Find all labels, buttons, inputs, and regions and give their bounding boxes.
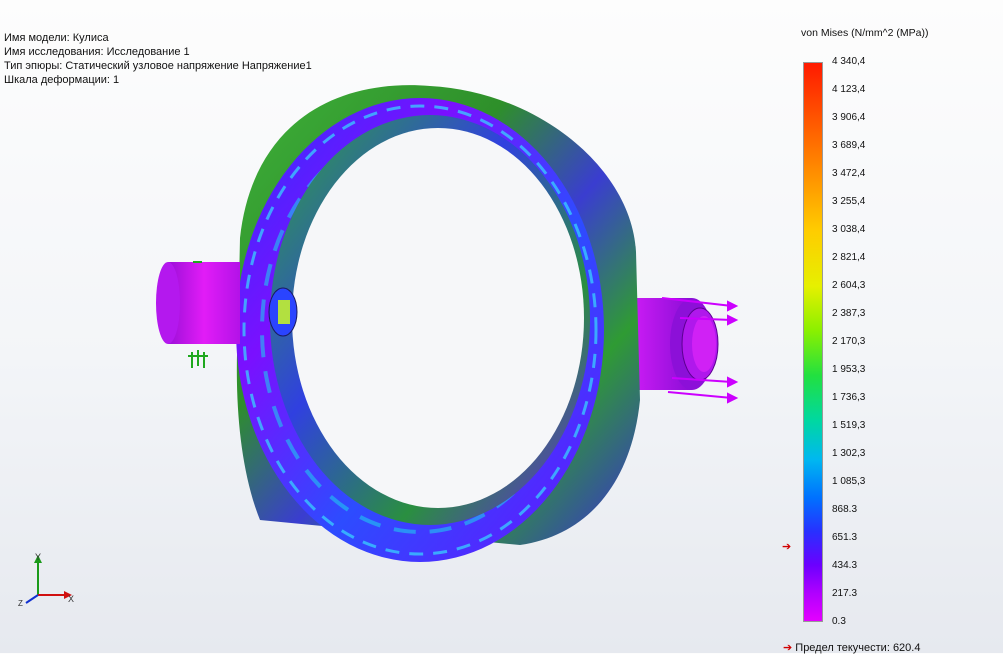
colorbar-tick-label: 3 906,4 xyxy=(832,112,866,123)
yield-arrow-icon: ➔ xyxy=(782,541,792,553)
model-viewport[interactable] xyxy=(0,0,1003,653)
colorbar-tick-label: 3 038,4 xyxy=(832,224,866,235)
left-shaft xyxy=(156,262,240,344)
axis-triad: Y X Z xyxy=(18,552,74,608)
inner-cutout xyxy=(268,287,298,337)
ring-hole xyxy=(292,128,584,508)
colorbar-tick-label: 217.3 xyxy=(832,588,858,599)
yield-legend-arrow-icon: ➔ xyxy=(783,642,793,654)
colorbar-tick-label: 1 519,3 xyxy=(832,420,866,431)
axis-z-label: Z xyxy=(18,599,23,608)
legend-title: von Mises (N/mm^2 (MPa)) xyxy=(801,27,929,39)
colorbar-tick-label: 1 085,3 xyxy=(832,476,866,487)
yield-strength-label: ➔ Предел текучести: 620.4 xyxy=(783,641,920,654)
colorbar-tick-label: 1 736,3 xyxy=(832,392,866,403)
colorbar-tick-label: 1 302,3 xyxy=(832,448,866,459)
colorbar-tick-label: 3 472,4 xyxy=(832,168,866,179)
colorbar-tick-label: 2 170,3 xyxy=(832,336,866,347)
colorbar-tick-label: 4 123,4 xyxy=(832,84,866,95)
colorbar-tick-label: 1 953,3 xyxy=(832,364,866,375)
axis-y-label: Y xyxy=(35,552,41,562)
colorbar-tick-label: 2 387,3 xyxy=(832,308,866,319)
colorbar-tick-label: 0.3 xyxy=(832,616,846,627)
colorbar-tick-label: 3 689,4 xyxy=(832,140,866,151)
colorbar-tick-label: 651.3 xyxy=(832,532,858,543)
colorbar-tick-label: 4 340,4 xyxy=(832,56,866,67)
colorbar-tick-label: 3 255,4 xyxy=(832,196,866,207)
colorbar-tick-label: 2 604,3 xyxy=(832,280,866,291)
colorbar-tick-label: 868.3 xyxy=(832,504,858,515)
yield-strength-text: Предел текучести: 620.4 xyxy=(795,642,921,654)
colorbar-tick-label: 2 821,4 xyxy=(832,252,866,263)
axis-x-label: X xyxy=(68,594,74,604)
colorbar-tick-label: 434.3 xyxy=(832,560,858,571)
stress-colorbar xyxy=(803,62,823,622)
